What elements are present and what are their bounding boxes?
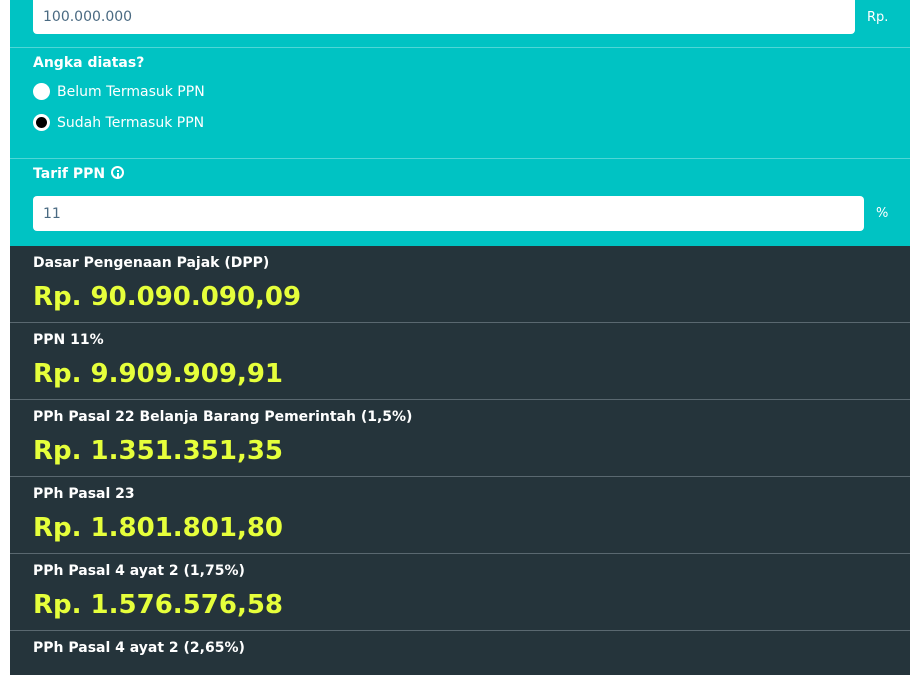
tax-rate-row: 11 %: [33, 196, 888, 231]
result-title: PPh Pasal 4 ayat 2 (2,65%): [33, 640, 245, 656]
radio-option-belum[interactable]: Belum Termasuk PPN: [33, 83, 205, 100]
radio-button-belum[interactable]: [33, 83, 50, 100]
result-pph-22: PPh Pasal 22 Belanja Barang Pemerintah (…: [10, 400, 910, 477]
amount-input-value: 100.000.000: [43, 9, 133, 25]
tax-rate-input-value: 11: [43, 205, 61, 222]
result-pph-4-2-175: PPh Pasal 4 ayat 2 (1,75%) Rp. 1.576.576…: [10, 554, 910, 631]
result-value: Rp. 90.090.090,09: [33, 282, 302, 312]
result-value: Rp. 1.801.801,80: [33, 513, 284, 543]
divider: [10, 158, 910, 159]
result-title: PPh Pasal 22 Belanja Barang Pemerintah (…: [33, 409, 413, 425]
tax-rate-label-row: Tarif PPN: [33, 166, 125, 182]
result-title: PPh Pasal 23: [33, 486, 135, 502]
result-value: Rp. 9.909.909,91: [33, 359, 284, 389]
divider: [10, 47, 910, 48]
amount-input[interactable]: 100.000.000: [33, 0, 855, 34]
amount-row: 100.000.000 Rp.: [33, 0, 888, 34]
radio-option-sudah[interactable]: Sudah Termasuk PPN: [33, 114, 204, 131]
result-pph-4-2-265: PPh Pasal 4 ayat 2 (2,65%): [10, 631, 910, 675]
result-dpp: Dasar Pengenaan Pajak (DPP) Rp. 90.090.0…: [10, 246, 910, 323]
info-icon[interactable]: [111, 166, 125, 179]
result-pph-23: PPh Pasal 23 Rp. 1.801.801,80: [10, 477, 910, 554]
result-value: Rp. 1.351.351,35: [33, 436, 284, 466]
result-value: Rp. 1.576.576,58: [33, 590, 284, 620]
price-basis-question: Angka diatas?: [33, 55, 145, 71]
tax-rate-label: Tarif PPN: [33, 166, 106, 182]
result-title: Dasar Pengenaan Pajak (DPP): [33, 255, 270, 271]
result-ppn: PPN 11% Rp. 9.909.909,91: [10, 323, 910, 400]
results-list: Dasar Pengenaan Pajak (DPP) Rp. 90.090.0…: [10, 246, 910, 675]
currency-unit: Rp.: [867, 9, 889, 25]
calculator-panel: 100.000.000 Rp. Angka diatas? Belum Term…: [10, 0, 910, 675]
radio-label-belum: Belum Termasuk PPN: [57, 83, 205, 100]
result-title: PPN 11%: [33, 332, 104, 348]
radio-label-sudah: Sudah Termasuk PPN: [57, 114, 205, 131]
percent-unit: %: [876, 206, 889, 221]
radio-button-sudah[interactable]: [33, 114, 50, 131]
result-title: PPh Pasal 4 ayat 2 (1,75%): [33, 563, 245, 579]
tax-rate-input[interactable]: 11: [33, 196, 864, 231]
